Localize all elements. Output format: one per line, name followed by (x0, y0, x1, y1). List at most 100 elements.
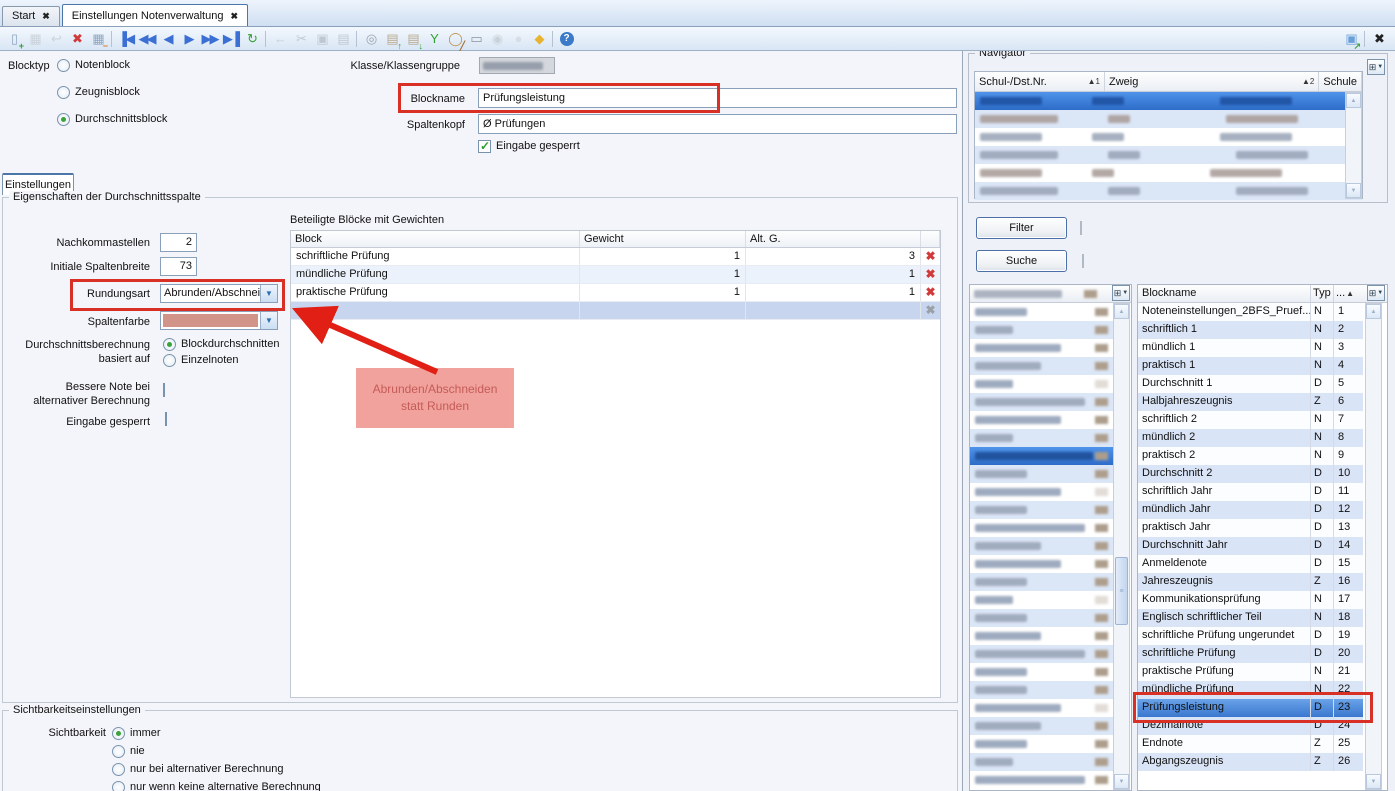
navigator-column-header[interactable]: Zweig ▲2 (1105, 72, 1319, 91)
search-icon[interactable]: ◯ ╱ (444, 29, 465, 49)
scroll-down-icon[interactable]: ▼ (1114, 774, 1129, 789)
list-item-redacted[interactable] (970, 735, 1113, 753)
Durchschnitt 2[interactable]: Durchschnitt 2 D 10 (1138, 465, 1363, 483)
blockname-input[interactable]: Prüfungsleistung (478, 88, 957, 108)
statistics-icon[interactable]: ◎ (360, 29, 381, 49)
Noteneinstellungen_2BFS_Pruef...[interactable]: Noteneinstellungen_2BFS_Pruef... N 1 (1138, 303, 1363, 321)
group-list-header[interactable]: ⊞▼ (970, 285, 1131, 303)
radio-icon[interactable] (57, 59, 70, 72)
list-item-redacted[interactable] (970, 393, 1113, 411)
toolbar-icon[interactable] (108, 29, 115, 49)
edit-grid-icon[interactable]: ▦ − (87, 29, 108, 49)
Kommunikationsprüfung[interactable]: Kommunikationsprüfung N 17 (1138, 591, 1363, 609)
list-item-redacted[interactable] (970, 609, 1113, 627)
bulb-icon[interactable]: ● (507, 29, 528, 49)
delete-row-icon[interactable]: ✖ (921, 266, 940, 283)
spaltenkopf-input[interactable]: Ø Prüfungen (478, 114, 957, 134)
mündlich Jahr[interactable]: mündlich Jahr D 12 (1138, 501, 1363, 519)
delete-icon[interactable]: ✖ (66, 29, 87, 49)
delete-row-icon[interactable]: ✖ (921, 284, 940, 301)
column-header-alt-g[interactable]: Alt. G. (746, 231, 921, 247)
praktisch 1[interactable]: praktisch 1 N 4 (1138, 357, 1363, 375)
list-item-redacted[interactable] (970, 771, 1113, 789)
chevron-down-icon[interactable]: ▼ (260, 312, 277, 329)
rundungsart-dropdown[interactable]: Abrunden/Abschneiden ▼ (160, 284, 278, 303)
dock-pin-icon[interactable]: ⊞▼ (1367, 285, 1385, 301)
sichtbarkeit-radio-option[interactable]: nur wenn keine alternative Berechnung (112, 780, 321, 791)
toolbar-icon[interactable] (549, 29, 556, 49)
blocktyp-radio-option[interactable]: Zeugnisblock (57, 85, 167, 99)
praktische Prüfung[interactable]: praktische Prüfung N 21 (1138, 663, 1363, 681)
list-item-redacted[interactable] (970, 753, 1113, 771)
Abgangszeugnis[interactable]: Abgangszeugnis Z 26 (1138, 753, 1363, 771)
paste-icon[interactable]: ▤ (332, 29, 353, 49)
table-row-redacted[interactable] (975, 92, 1362, 110)
column-header-typ[interactable]: Typ (1311, 285, 1334, 302)
list-item-redacted[interactable] (970, 645, 1113, 663)
navigator-scrollbar[interactable]: ▲ ▼ (1345, 92, 1362, 199)
list-item-redacted[interactable] (970, 483, 1113, 501)
table-row[interactable]: mündliche Prüfung 1 1 ✖ (291, 266, 940, 284)
Durchschnitt Jahr[interactable]: Durchschnitt Jahr D 14 (1138, 537, 1363, 555)
suche-button[interactable]: Suche (976, 250, 1067, 272)
table-row[interactable]: schriftliche Prüfung 1 3 ✖ (291, 248, 940, 266)
berechnung-radio-option[interactable]: Blockdurchschnitten (163, 337, 279, 351)
list-item-redacted[interactable] (970, 699, 1113, 717)
nav-fast-forward-icon[interactable]: ▶▶ (199, 29, 220, 49)
schriftliche Prüfung ungerundet[interactable]: schriftliche Prüfung ungerundet D 19 (1138, 627, 1363, 645)
toolbar-icon[interactable] (353, 29, 360, 49)
praktisch 2[interactable]: praktisch 2 N 9 (1138, 447, 1363, 465)
Anmeldenote[interactable]: Anmeldenote D 15 (1138, 555, 1363, 573)
tab-start[interactable]: Start ✖ (2, 6, 60, 26)
dock-pin-icon[interactable]: ⊞▼ (1112, 285, 1130, 301)
nav-fast-back-icon[interactable]: ◀◀ (136, 29, 157, 49)
tab-close-icon[interactable]: ✖ (42, 11, 50, 22)
bessere-note-checkbox[interactable] (163, 383, 165, 397)
print-icon[interactable]: ▭ (465, 29, 486, 49)
list-item-redacted[interactable] (970, 411, 1113, 429)
export-basket-icon[interactable]: ▤ ↓ (402, 29, 423, 49)
nav-first-icon[interactable]: ▐◀ (115, 29, 136, 49)
copy-icon[interactable]: ▣ (311, 29, 332, 49)
list-item-redacted[interactable] (970, 717, 1113, 735)
navigator-column-header[interactable]: Schul-/Dst.Nr. ▲1 (975, 72, 1105, 91)
schriftlich Jahr[interactable]: schriftlich Jahr D 11 (1138, 483, 1363, 501)
sichtbarkeit-radio-option[interactable]: nur bei alternativer Berechnung (112, 762, 321, 776)
toolbar-icon[interactable] (262, 29, 269, 49)
schriftlich 2[interactable]: schriftlich 2 N 7 (1138, 411, 1363, 429)
checkbox-icon[interactable] (478, 140, 491, 153)
notification-bell-icon[interactable]: ◆ (528, 29, 549, 49)
sichtbarkeit-radio-option[interactable]: nie (112, 744, 321, 758)
group-list-scrollbar[interactable]: ▲ ≡ ▼ (1113, 303, 1130, 790)
radio-icon[interactable] (163, 338, 176, 351)
table-row[interactable]: ✖ (291, 302, 940, 320)
mündlich 1[interactable]: mündlich 1 N 3 (1138, 339, 1363, 357)
schriftlich 1[interactable]: schriftlich 1 N 2 (1138, 321, 1363, 339)
radio-icon[interactable] (112, 763, 125, 776)
praktisch Jahr[interactable]: praktisch Jahr D 13 (1138, 519, 1363, 537)
column-header-blockname[interactable]: Blockname (1138, 285, 1311, 302)
save-icon[interactable]: ▦ (24, 29, 45, 49)
radio-icon[interactable] (57, 113, 70, 126)
list-item-redacted[interactable] (970, 555, 1113, 573)
blocktyp-radio-option[interactable]: Notenblock (57, 58, 167, 72)
sichtbarkeit-radio-option[interactable]: immer (112, 726, 321, 740)
delete-row-icon[interactable]: ✖ (921, 302, 940, 319)
column-header-nr[interactable]: ...▲ (1334, 285, 1360, 302)
list-item-redacted[interactable] (970, 537, 1113, 555)
Prüfungsleistung[interactable]: Prüfungsleistung D 23 (1138, 699, 1363, 717)
spaltenbreite-input[interactable]: 73 (160, 257, 197, 276)
Englisch schriftlicher Teil[interactable]: Englisch schriftlicher Teil N 18 (1138, 609, 1363, 627)
list-item-redacted[interactable] (970, 519, 1113, 537)
table-row-redacted[interactable] (975, 146, 1362, 164)
table-row[interactable]: praktische Prüfung 1 1 ✖ (291, 284, 940, 302)
table-row-redacted[interactable] (975, 128, 1362, 146)
table-row-redacted[interactable] (975, 164, 1362, 182)
nav-back-icon[interactable]: ◀ (157, 29, 178, 49)
tab-close-icon[interactable]: ✖ (230, 11, 238, 22)
eingabe-gesperrt-checkbox[interactable] (165, 412, 167, 426)
refresh-icon[interactable]: ↻ (241, 29, 262, 49)
filter-button[interactable]: Filter (976, 217, 1067, 239)
toolbar-icon[interactable] (1361, 29, 1368, 49)
Endnote[interactable]: Endnote Z 25 (1138, 735, 1363, 753)
